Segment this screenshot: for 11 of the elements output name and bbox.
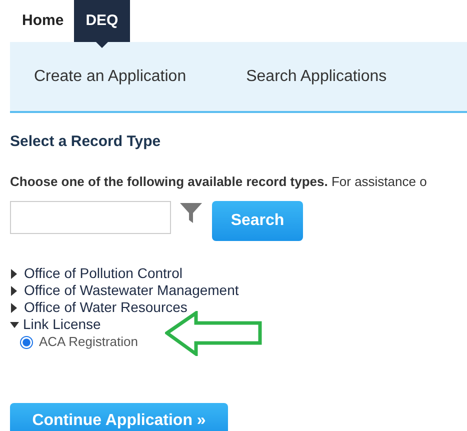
radio-button[interactable] xyxy=(20,336,33,348)
caret-down-icon[interactable] xyxy=(10,322,19,328)
filter-icon[interactable] xyxy=(180,203,202,223)
search-field[interactable] xyxy=(10,201,171,234)
section-title: Select a Record Type xyxy=(10,132,162,152)
menu-link[interactable]: Search Applications xyxy=(246,64,387,88)
instructions-text: Choose one of the following available record types. For assistance o xyxy=(10,172,428,191)
radio-label: ACA Registration xyxy=(39,333,138,352)
menu-link[interactable]: Create an Application xyxy=(34,64,186,88)
nav-tab[interactable]: Home xyxy=(12,0,74,42)
nav-tab[interactable]: DEQ xyxy=(74,0,130,42)
